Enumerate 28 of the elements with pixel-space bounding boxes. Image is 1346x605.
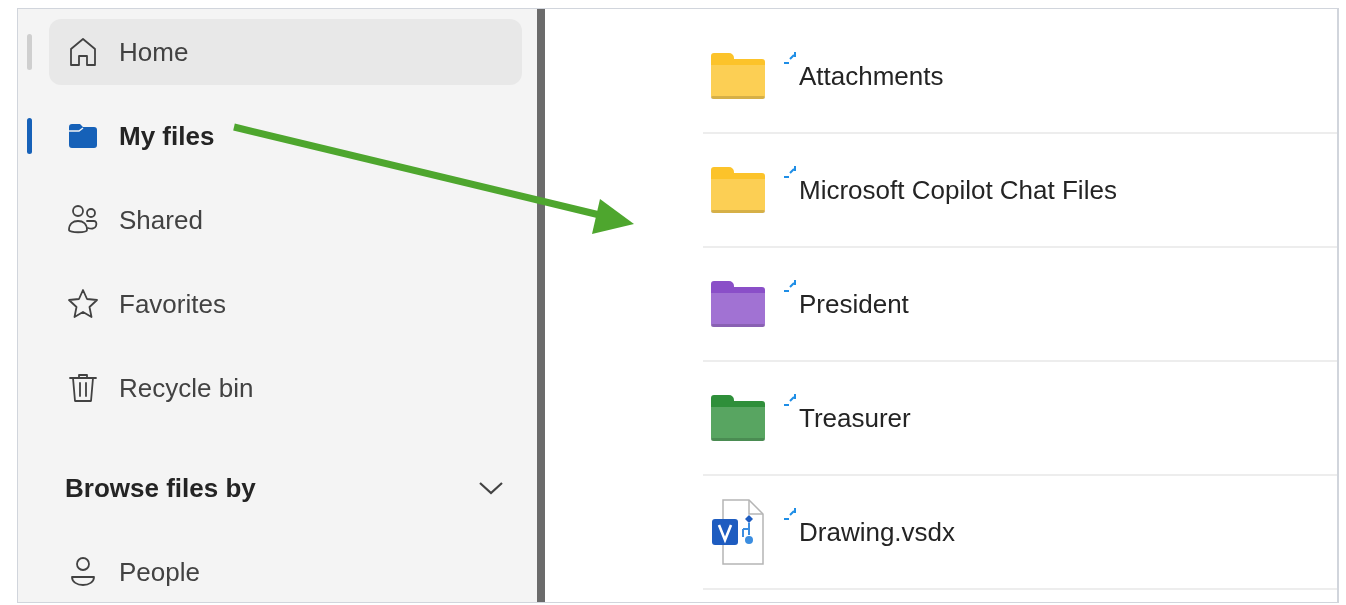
nav-label: Recycle bin: [119, 371, 254, 405]
nav-item[interactable]: Shared: [49, 187, 522, 253]
file-row[interactable]: Microsoft Copilot Chat Files: [703, 134, 1337, 248]
file-row[interactable]: Drawing.vsdx: [703, 476, 1337, 590]
star-icon: [66, 287, 100, 321]
nav-label: Shared: [119, 203, 203, 237]
file-name[interactable]: Drawing.vsdx: [799, 519, 956, 545]
file-row[interactable]: Attachments: [703, 20, 1337, 134]
file-name[interactable]: Attachments: [799, 63, 944, 89]
nav-label: Favorites: [119, 287, 226, 321]
section-header[interactable]: Browse files by: [65, 455, 522, 521]
visio-file-icon: [711, 499, 765, 565]
section-title: Browse files by: [65, 471, 256, 505]
nav-label: People: [119, 555, 200, 589]
nav-item[interactable]: Favorites: [49, 271, 522, 337]
nav-item[interactable]: People: [49, 539, 522, 605]
nav-label: Home: [119, 35, 189, 69]
file-row[interactable]: Treasurer: [703, 362, 1337, 476]
file-row[interactable]: President: [703, 248, 1337, 362]
file-name[interactable]: Treasurer: [799, 405, 911, 431]
file-name[interactable]: Microsoft Copilot Chat Files: [799, 177, 1117, 203]
nav-item[interactable]: Home: [49, 19, 522, 85]
file-name[interactable]: President: [799, 291, 909, 317]
nav-label: My files: [119, 119, 215, 153]
chevron-icon: [478, 480, 504, 496]
nav-item[interactable]: Recycle bin: [49, 355, 522, 421]
nav-item[interactable]: My files: [49, 103, 522, 169]
trash-icon: [66, 371, 100, 405]
